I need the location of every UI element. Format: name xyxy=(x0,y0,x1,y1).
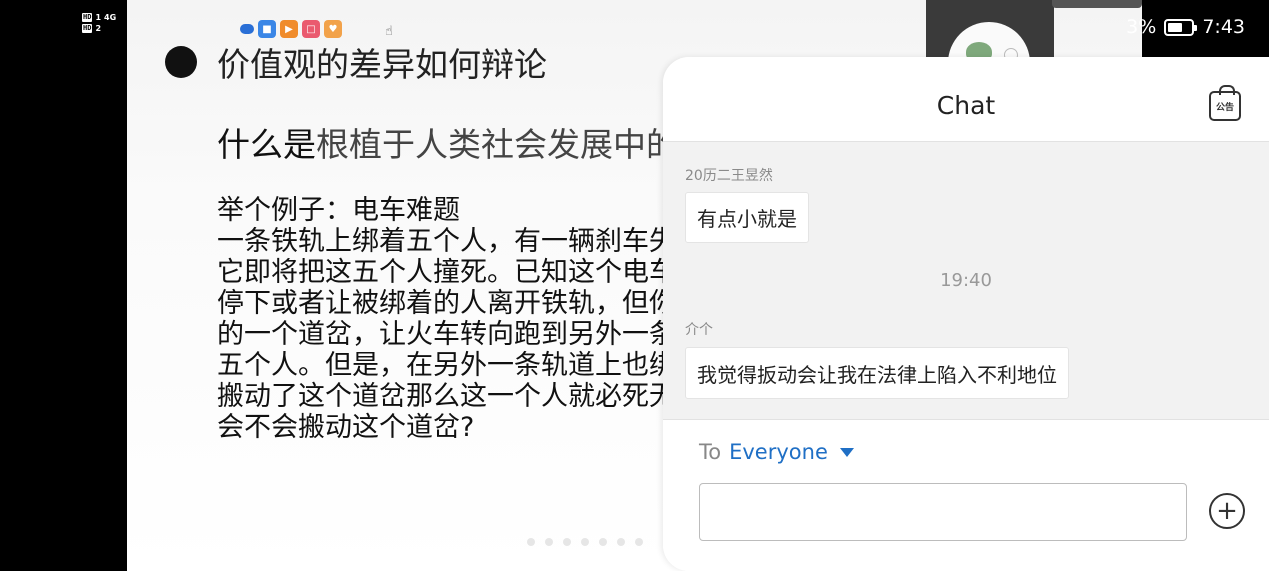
slide-page-indicator xyxy=(527,538,643,546)
recipient-dropdown[interactable]: Everyone xyxy=(729,440,854,464)
slide-heading: 价值观的差异如何辩论 xyxy=(217,45,547,84)
example-line: 它即将把这五个人撞死。已知这个电车无法 xyxy=(217,257,677,288)
slide-example: 举个例子：电车难题 一条铁轨上绑着五个人，有一辆刹车失灵的电车 它即将把这五个人… xyxy=(217,195,677,443)
chat-header: Chat 公告 xyxy=(663,57,1269,142)
sim-number: 2 xyxy=(95,24,102,33)
message-sender: 20历二王昱然 xyxy=(685,168,773,184)
play-icon: ▶ xyxy=(280,20,298,38)
notification-icons: ■ ▶ □ ♥ xyxy=(240,20,342,38)
page-dot xyxy=(527,538,535,546)
signal-indicators: HD 1 4G HD 2 xyxy=(82,13,124,35)
page-dot xyxy=(599,538,607,546)
page-dot xyxy=(635,538,643,546)
example-line: 停下或者让被绑着的人离开铁轨，但你可以扳动 xyxy=(217,288,677,319)
avatar xyxy=(948,22,1030,60)
cloud-icon xyxy=(240,24,254,34)
page-dot xyxy=(545,538,553,546)
hand-cursor-icon: ☝ xyxy=(385,24,393,39)
message-bubble[interactable]: 有点小就是 xyxy=(685,192,809,243)
example-line: 五个人。但是，在另外一条轨道上也绑着一个人， xyxy=(217,350,677,381)
video-tile[interactable] xyxy=(926,0,1054,60)
app-icon: ■ xyxy=(258,20,276,38)
floating-bar xyxy=(1052,0,1142,8)
example-line: 举个例子：电车难题 xyxy=(217,195,460,226)
clock: 7:43 xyxy=(1202,16,1245,38)
recipient-value: Everyone xyxy=(729,440,828,464)
example-line: 会不会搬动这个道岔? xyxy=(217,412,475,443)
heart-icon: ♥ xyxy=(324,20,342,38)
example-line: 的一个道岔，让火车转向跑到另外一条轨道，救下 xyxy=(217,319,677,350)
example-line: 搬动了这个道岔那么这一个人就必死无疑， xyxy=(217,381,677,412)
page-dot xyxy=(617,538,625,546)
message-sender: 介个 xyxy=(685,322,713,338)
page-dot xyxy=(563,538,571,546)
time-separator: 19:40 xyxy=(940,270,992,291)
example-line: 一条铁轨上绑着五个人，有一辆刹车失灵的电车 xyxy=(217,226,677,257)
recipient-row: To Everyone xyxy=(699,440,854,464)
app-icon: □ xyxy=(302,20,320,38)
battery-percent: 3% xyxy=(1126,16,1157,38)
plus-circle-icon[interactable]: + xyxy=(1209,493,1245,529)
to-label: To xyxy=(699,440,722,464)
chat-panel: Chat 公告 20历二王昱然 有点小就是 19:40 介个 我觉得扳动会让我在… xyxy=(663,57,1269,571)
bullet-dot-icon xyxy=(165,46,197,78)
sim-number: 1 xyxy=(95,13,102,22)
caret-down-icon xyxy=(839,447,854,457)
chat-title: Chat xyxy=(936,91,996,120)
message-bubble[interactable]: 我觉得扳动会让我在法律上陷入不利地位 xyxy=(685,347,1069,399)
battery-fill xyxy=(1168,22,1183,32)
network-type: 4G xyxy=(104,13,117,22)
chat-messages[interactable]: 20历二王昱然 有点小就是 19:40 介个 我觉得扳动会让我在法律上陷入不利地… xyxy=(663,142,1269,419)
slide-question: 什么是根植于人类社会发展中的 xyxy=(217,118,679,166)
bulletin-icon[interactable]: 公告 xyxy=(1209,85,1241,121)
battery-icon xyxy=(1164,18,1198,36)
page-dot xyxy=(581,538,589,546)
hd-badge: HD xyxy=(82,24,93,33)
bulletin-label: 公告 xyxy=(1215,102,1234,113)
screen: 价值观的差异如何辩论 什么是根植于人类社会发展中的 举个例子：电车难题 一条铁轨… xyxy=(0,0,1269,571)
slide-question-highlight: 根植于人类社会发展中的 xyxy=(316,125,679,164)
status-bar-right: 3% 7:43 xyxy=(1126,16,1245,38)
message-input[interactable] xyxy=(699,483,1187,541)
slide-question-prefix: 什么是 xyxy=(217,125,316,164)
chat-composer: To Everyone + xyxy=(663,419,1269,571)
hd-badge: HD xyxy=(82,13,93,22)
